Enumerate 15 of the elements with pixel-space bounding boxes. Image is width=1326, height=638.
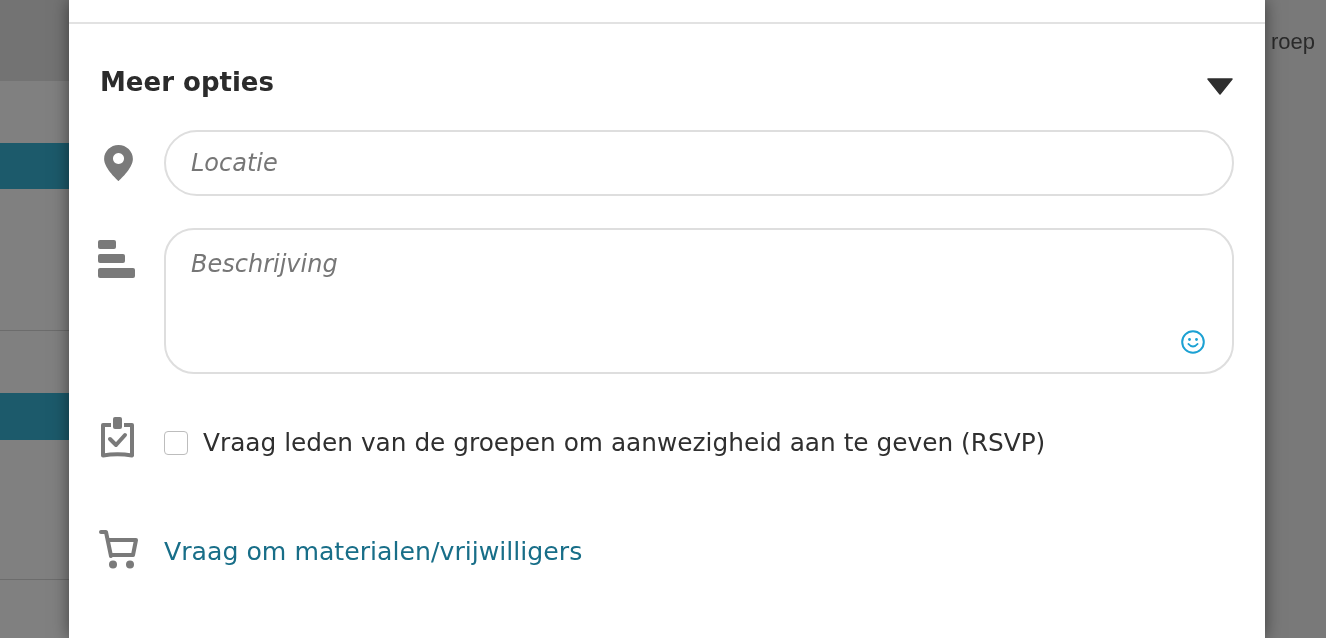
highlight-bar bbox=[0, 393, 69, 440]
highlight-bar bbox=[0, 143, 69, 189]
heading-text: roep bbox=[1271, 28, 1316, 56]
caret-icon[interactable] bbox=[1207, 77, 1233, 95]
materials-link[interactable]: Vraag om materialen/vrijwilligers bbox=[164, 537, 583, 567]
emoji-smiley-icon[interactable] bbox=[1181, 330, 1205, 354]
cart-icon bbox=[99, 529, 139, 569]
rsvp-label: Vraag leden van de groepen om aanwezigheid aan te geven (RSVP) bbox=[203, 427, 1046, 458]
location-pin-icon bbox=[104, 145, 133, 181]
clipboard-check-icon bbox=[100, 417, 135, 458]
section-title: Meer opties bbox=[100, 66, 274, 99]
rsvp-checkbox[interactable] bbox=[164, 430, 188, 455]
text-lines-icon bbox=[98, 240, 135, 278]
description-field[interactable]: Beschrijving bbox=[164, 228, 1234, 374]
location-field[interactable]: Locatie bbox=[164, 130, 1234, 196]
